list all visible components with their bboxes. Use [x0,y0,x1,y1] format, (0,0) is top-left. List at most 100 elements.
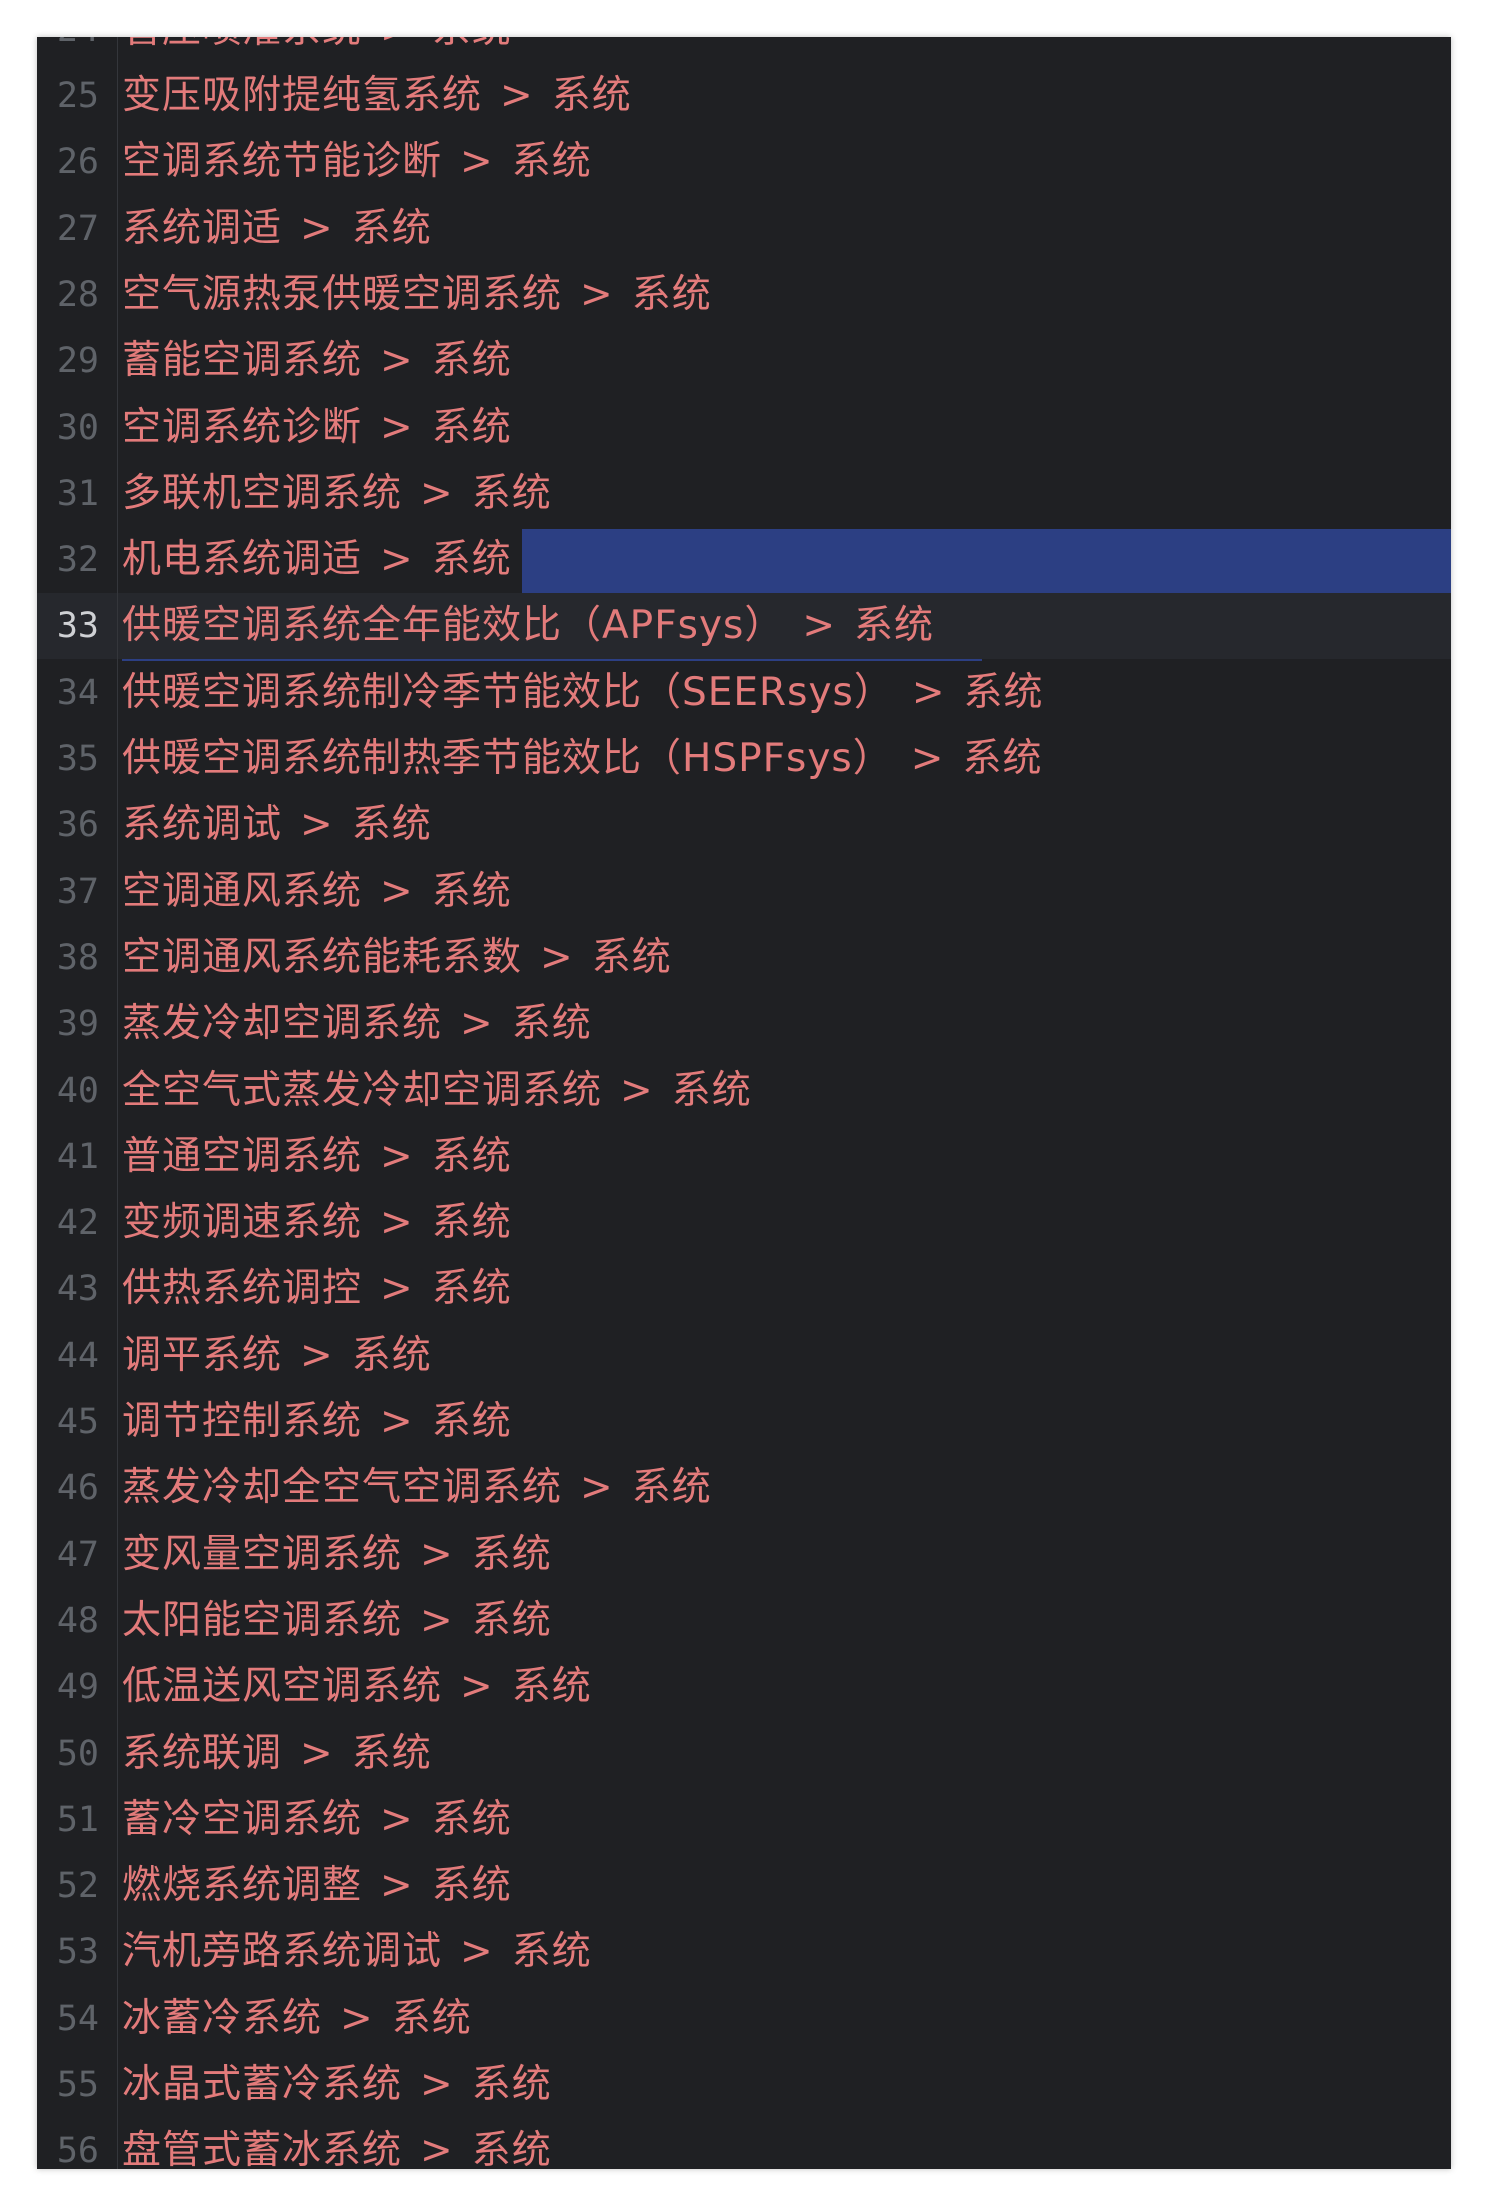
line-number: 55 [56,2065,99,2105]
target-text: 系统 [431,1797,512,1842]
line-number: 49 [56,1667,99,1707]
target-text: 系统 [351,1731,432,1776]
line-number: 51 [56,1800,99,1840]
separator: > [380,1863,414,1908]
target-text: 系统 [431,1399,512,1444]
editor-line[interactable]: 49 低温送风空调系统 > 系统 [37,1654,1451,1720]
code-editor[interactable]: 24 管压喷灌系统>系统 25变压吸附提纯氢系统>系统26空调系统节能诊断>系统… [37,37,1451,2169]
term-text: 普通空调系统 [122,1134,363,1179]
separator: > [380,1266,414,1311]
editor-line[interactable]: 42 变频调速系统 > 系统 [37,1190,1451,1256]
editor-line[interactable]: 43 供热系统调控 > 系统 [37,1256,1451,1322]
term-text: 多联机空调系统 [122,471,403,516]
line-content: 空调系统节能诊断 > 系统 [122,129,592,195]
separator: > [620,1068,654,1113]
editor-line[interactable]: 36 系统调试 > 系统 [37,792,1451,858]
line-content: 多联机空调系统 > 系统 [122,461,552,527]
editor-line[interactable]: 34 供暖空调系统制冷季节能效比（SEERsys） > 系统 [37,660,1451,726]
term-text: 冰晶式蓄冷系统 [122,2062,403,2107]
term-text: 供暖空调系统制冷季节能效比（SEERsys） [122,670,894,715]
editor-line[interactable]: 40 全空气式蒸发冷却空调系统 > 系统 [37,1058,1451,1124]
line-number: 29 [56,341,99,381]
term-text: 空调系统诊断 [122,405,363,450]
editor-line[interactable]: 56 盘管式蓄冰系统 > 系统 [37,2118,1451,2169]
line-content: 空调系统诊断 > 系统 [122,395,512,461]
line-content: 供暖空调系统制热季节能效比（HSPFsys） > 系统 [122,726,1042,792]
line-content: 燃烧系统调整 > 系统 [122,1853,512,1919]
editor-line[interactable]: 51 蓄冷空调系统 > 系统 [37,1787,1451,1853]
editor-line[interactable]: 54 冰蓄冷系统 > 系统 [37,1986,1451,2052]
target-text: 系统 [431,1200,512,1245]
term-text: 机电系统调适 [122,537,363,582]
editor-line[interactable]: 29 蓄能空调系统 > 系统 [37,328,1451,394]
target-text: 系统 [854,603,935,648]
editor-line[interactable]: 53 汽机旁路系统调试 > 系统 [37,1919,1451,1985]
editor-line[interactable]: 25 变压吸附提纯氢系统 > 系统 [37,63,1451,129]
editor-line[interactable]: 26 空调系统节能诊断 > 系统 [37,129,1451,195]
line-number: 24 [57,37,99,63]
editor-line[interactable]: 48 太阳能空调系统 > 系统 [37,1588,1451,1654]
separator: > [540,935,574,980]
line-number: 47 [56,1535,99,1575]
line-number: 44 [56,1336,99,1376]
separator: > [380,338,414,383]
target-text: 系统 [511,139,592,184]
term-text: 汽机旁路系统调试 [122,1929,443,1974]
line-content: 供暖空调系统制冷季节能效比（SEERsys） > 系统 [122,660,1044,726]
editor-line[interactable]: 37 空调通风系统 > 系统 [37,859,1451,925]
separator: > [580,272,614,317]
editor-line[interactable]: 32 机电系统调适 > 系统 [37,527,1451,593]
line-number: 48 [56,1601,99,1641]
editor-line[interactable]: 30 空调系统诊断 > 系统 [37,395,1451,461]
editor-line[interactable]: 41 普通空调系统 > 系统 [37,1124,1451,1190]
term-text: 供热系统调控 [122,1266,363,1311]
line-number: 26 [56,142,99,182]
line-number: 28 [56,275,99,315]
term-text: 管压喷灌系统 [122,37,362,52]
editor-line[interactable]: 47 变风量空调系统 > 系统 [37,1522,1451,1588]
editor-line[interactable]: 33 供暖空调系统全年能效比（APFsys） > 系统 [37,593,1451,659]
line-number: 53 [56,1932,99,1972]
editor-line[interactable]: 39 蒸发冷却空调系统 > 系统 [37,991,1451,1057]
term-text: 调节控制系统 [122,1399,363,1444]
line-number: 42 [56,1203,99,1243]
line-number: 56 [56,2131,99,2169]
editor-line[interactable]: 27 系统调适 > 系统 [37,196,1451,262]
line-content: 变压吸附提纯氢系统 > 系统 [122,63,632,129]
separator: > [380,1797,414,1842]
separator: > [420,1532,454,1577]
line-content: 调平系统 > 系统 [122,1323,432,1389]
line-content: 机电系统调适 > 系统 [122,527,512,593]
editor-line[interactable]: 31 多联机空调系统 > 系统 [37,461,1451,527]
separator: > [420,2062,454,2107]
editor-line[interactable]: 28 空气源热泵供暖空调系统 > 系统 [37,262,1451,328]
line-content: 盘管式蓄冰系统 > 系统 [122,2118,552,2169]
editor-line[interactable]: 38 空调通风系统能耗系数 > 系统 [37,925,1451,991]
line-content: 汽机旁路系统调试 > 系统 [122,1919,592,1985]
target-text: 系统 [471,1598,552,1643]
term-text: 变风量空调系统 [122,1532,403,1577]
editor-line[interactable]: 24 管压喷灌系统 > 系统 [37,37,1451,63]
editor-line[interactable]: 46 蒸发冷却全空气空调系统 > 系统 [37,1455,1451,1521]
target-text: 系统 [471,471,552,516]
line-content: 蒸发冷却空调系统 > 系统 [122,991,592,1057]
editor-line[interactable]: 44 调平系统 > 系统 [37,1323,1451,1389]
line-content: 系统联调 > 系统 [122,1721,432,1787]
separator: > [802,603,837,648]
editor-line[interactable]: 35 供暖空调系统制热季节能效比（HSPFsys） > 系统 [37,726,1451,792]
editor-line[interactable]: 55 冰晶式蓄冷系统 > 系统 [37,2052,1451,2118]
line-number: 37 [56,872,99,912]
separator: > [420,2128,454,2169]
editor-line[interactable]: 45 调节控制系统 > 系统 [37,1389,1451,1455]
separator: > [460,1664,494,1709]
line-content: 冰蓄冷系统 > 系统 [122,1986,472,2052]
editor-line[interactable]: 50 系统联调 > 系统 [37,1721,1451,1787]
separator: > [911,670,946,715]
line-number: 43 [56,1269,99,1309]
separator: > [500,73,534,118]
target-text: 系统 [431,338,512,383]
line-content: 空调通风系统 > 系统 [122,859,512,925]
term-text: 供暖空调系统全年能效比（APFsys） [122,603,785,648]
target-text: 系统 [631,272,712,317]
editor-line[interactable]: 52 燃烧系统调整 > 系统 [37,1853,1451,1919]
